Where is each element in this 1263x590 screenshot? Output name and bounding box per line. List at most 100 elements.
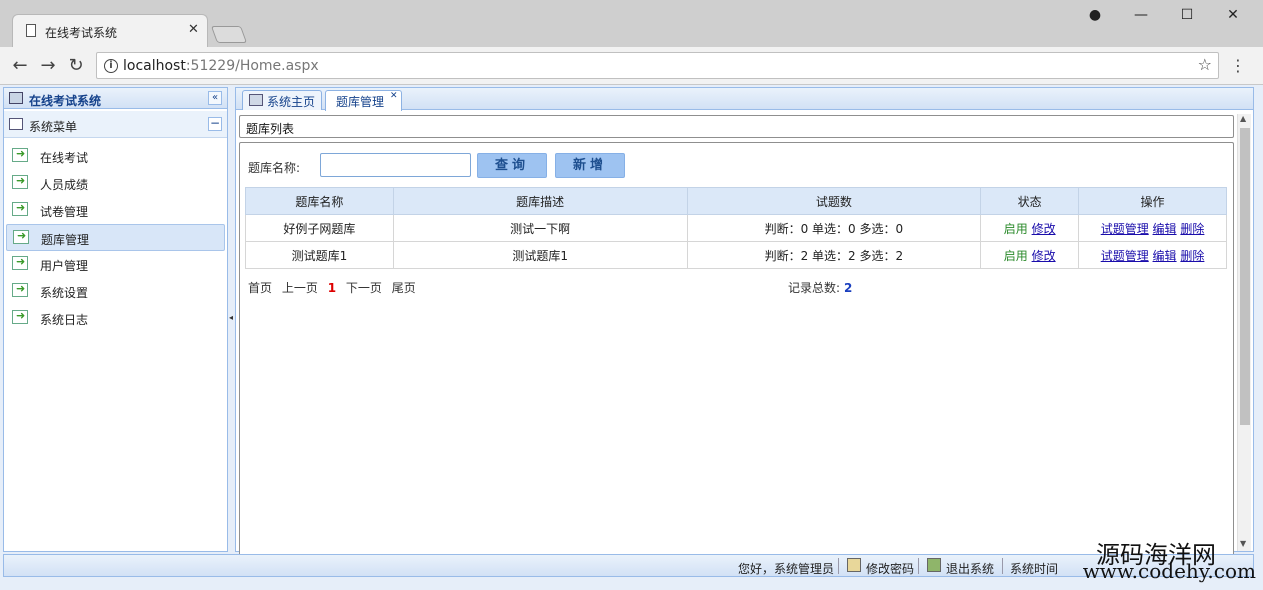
status-text: 启用 <box>1003 221 1028 236</box>
question-count-cell: 判断：2 单选：2 多选：2 <box>686 241 982 269</box>
sidebar-item-label: 系统设置 <box>40 286 89 300</box>
logout-link[interactable]: 退出系统 <box>946 560 994 577</box>
west-panel-header: 在线考试系统 « <box>4 88 227 109</box>
record-total: 记录总数: 2 <box>788 279 852 296</box>
manage-questions-link[interactable]: 试题管理 <box>1101 222 1149 236</box>
app-layout: 在线考试系统 « 系统菜单 − 在线考试人员成绩试卷管理题库管理用户管理系统设置… <box>0 85 1263 590</box>
sidebar-item-label: 用户管理 <box>40 259 89 273</box>
actions-cell: 试题管理 编辑 删除 <box>1078 241 1227 269</box>
forward-arrow-icon[interactable]: → <box>37 55 59 77</box>
scrollbar-thumb[interactable] <box>1240 128 1250 425</box>
table-row: 测试题库1 测试题库1 判断：2 单选：2 多选：2 启用 修改 试题管理 编辑 删除 <box>245 241 1227 269</box>
query-button[interactable]: 查询 <box>477 153 547 178</box>
sidebar-item-label: 试卷管理 <box>40 205 89 219</box>
scroll-down-icon[interactable]: ▼ <box>1240 539 1246 548</box>
modify-status-link[interactable]: 修改 <box>1032 222 1056 236</box>
browser-tab-title: 在线考试系统 <box>45 26 118 40</box>
arrow-page-icon <box>13 229 29 244</box>
search-input[interactable] <box>320 153 471 177</box>
back-arrow-icon[interactable]: ← <box>9 55 31 77</box>
logout-icon <box>927 558 941 572</box>
content-tabstrip: 系统主页 题库管理 ✕ <box>236 88 1253 111</box>
question-bank-table: 题库名称 题库描述 试题数 状态 操作 好例子网题库 测试一下啊 判断：0 单选：0… <box>245 187 1227 269</box>
minimize-button[interactable]: — <box>1126 4 1156 26</box>
edit-link[interactable]: 编辑 <box>1153 249 1177 263</box>
new-tab-button[interactable] <box>210 26 248 43</box>
splitter-arrow-icon[interactable]: ◂ <box>229 313 233 322</box>
accordion-collapse-icon[interactable]: − <box>208 117 222 131</box>
next-page-link[interactable]: 下一页 <box>346 281 382 295</box>
edit-link[interactable]: 编辑 <box>1153 222 1177 236</box>
bank-name-cell: 好例子网题库 <box>245 214 394 242</box>
modify-status-link[interactable]: 修改 <box>1032 249 1056 263</box>
column-header[interactable]: 操作 <box>1078 187 1227 215</box>
sidebar-item[interactable]: 在线考试 <box>6 143 225 170</box>
sidebar-item[interactable]: 人员成绩 <box>6 170 225 197</box>
browser-menu-icon[interactable]: ⋮ <box>1230 56 1246 75</box>
delete-link[interactable]: 删除 <box>1180 249 1204 263</box>
first-page-link[interactable]: 首页 <box>248 281 272 295</box>
column-header[interactable]: 状态 <box>980 187 1080 215</box>
sidebar-item[interactable]: 题库管理 <box>6 224 225 251</box>
close-window-button[interactable]: ✕ <box>1218 4 1248 26</box>
pager: 首页 上一页 1 下一页 尾页 <box>248 279 422 296</box>
add-button[interactable]: 新增 <box>555 153 625 178</box>
accordion-header[interactable]: 系统菜单 − <box>4 111 227 138</box>
browser-tab[interactable]: 在线考试系统 ✕ <box>12 14 208 47</box>
column-header[interactable]: 试题数 <box>686 187 982 215</box>
home-icon <box>249 94 263 106</box>
panel-splitter[interactable]: ◂ <box>229 87 234 552</box>
status-cell: 启用 修改 <box>980 214 1080 242</box>
search-label: 题库名称: <box>248 161 301 175</box>
list-title: 题库列表 <box>246 122 295 136</box>
sidebar-item-label: 系统日志 <box>40 313 89 327</box>
column-header[interactable]: 题库描述 <box>392 187 688 215</box>
last-page-link[interactable]: 尾页 <box>392 281 416 295</box>
current-page: 1 <box>327 281 337 295</box>
maximize-button[interactable]: ☐ <box>1172 4 1202 26</box>
sidebar-item[interactable]: 系统设置 <box>6 278 225 305</box>
manage-questions-link[interactable]: 试题管理 <box>1101 249 1149 263</box>
tab-question-bank[interactable]: 题库管理 ✕ <box>325 90 402 111</box>
sidebar-item-label: 人员成绩 <box>40 178 89 192</box>
sidebar-item[interactable]: 用户管理 <box>6 251 225 278</box>
profile-icon[interactable]: ● <box>1080 4 1110 26</box>
west-panel: 在线考试系统 « 系统菜单 − 在线考试人员成绩试卷管理题库管理用户管理系统设置… <box>3 87 228 552</box>
arrow-page-icon <box>12 147 28 162</box>
sidebar-item[interactable]: 试卷管理 <box>6 197 225 224</box>
column-header[interactable]: 题库名称 <box>245 187 394 215</box>
info-icon[interactable]: i <box>104 59 118 73</box>
tab-home-label: 系统主页 <box>267 95 316 109</box>
content-area: 题库列表 题库名称: 查询 新增 题库名称 题库描述 试题数 状态 操作 好例子… <box>239 115 1234 562</box>
west-panel-title: 在线考试系统 <box>29 94 102 108</box>
list-panel: 题库名称: 查询 新增 题库名称 题库描述 试题数 状态 操作 好例子网题库 测… <box>239 142 1234 562</box>
system-time-label: 系统时间 <box>1010 562 1059 576</box>
arrow-page-icon <box>12 255 28 270</box>
status-cell: 启用 修改 <box>980 241 1080 269</box>
question-count-cell: 判断：0 单选：0 多选：0 <box>686 214 982 242</box>
greeting-text: 您好，系统管理员 <box>738 562 835 576</box>
change-password-link[interactable]: 修改密码 <box>866 560 914 577</box>
status-divider <box>838 558 839 574</box>
computer-icon <box>9 92 23 104</box>
address-bar[interactable]: i localhost:51229/Home.aspx ☆ <box>96 52 1219 79</box>
bank-desc-cell: 测试一下啊 <box>392 214 688 242</box>
document-icon <box>26 24 36 37</box>
tab-home[interactable]: 系统主页 <box>242 90 322 110</box>
sidebar-item-label: 在线考试 <box>40 151 89 165</box>
close-tab-icon[interactable]: ✕ <box>390 91 398 101</box>
collapse-left-icon[interactable]: « <box>208 91 222 105</box>
status-divider <box>1002 558 1003 574</box>
record-total-count: 2 <box>844 281 853 295</box>
vertical-scrollbar[interactable]: ▲ ▼ <box>1237 114 1251 551</box>
prev-page-link[interactable]: 上一页 <box>282 281 318 295</box>
record-total-label: 记录总数: <box>788 281 841 295</box>
actions-cell: 试题管理 编辑 删除 <box>1078 214 1227 242</box>
sidebar-item[interactable]: 系统日志 <box>6 305 225 332</box>
browser-toolbar: ← → ↻ i localhost:51229/Home.aspx ☆ ⋮ <box>0 47 1263 85</box>
delete-link[interactable]: 删除 <box>1180 222 1204 236</box>
close-tab-icon[interactable]: ✕ <box>188 22 199 37</box>
bookmark-star-icon[interactable]: ☆ <box>1198 55 1212 74</box>
reload-icon[interactable]: ↻ <box>65 55 87 77</box>
scroll-up-icon[interactable]: ▲ <box>1240 114 1246 123</box>
